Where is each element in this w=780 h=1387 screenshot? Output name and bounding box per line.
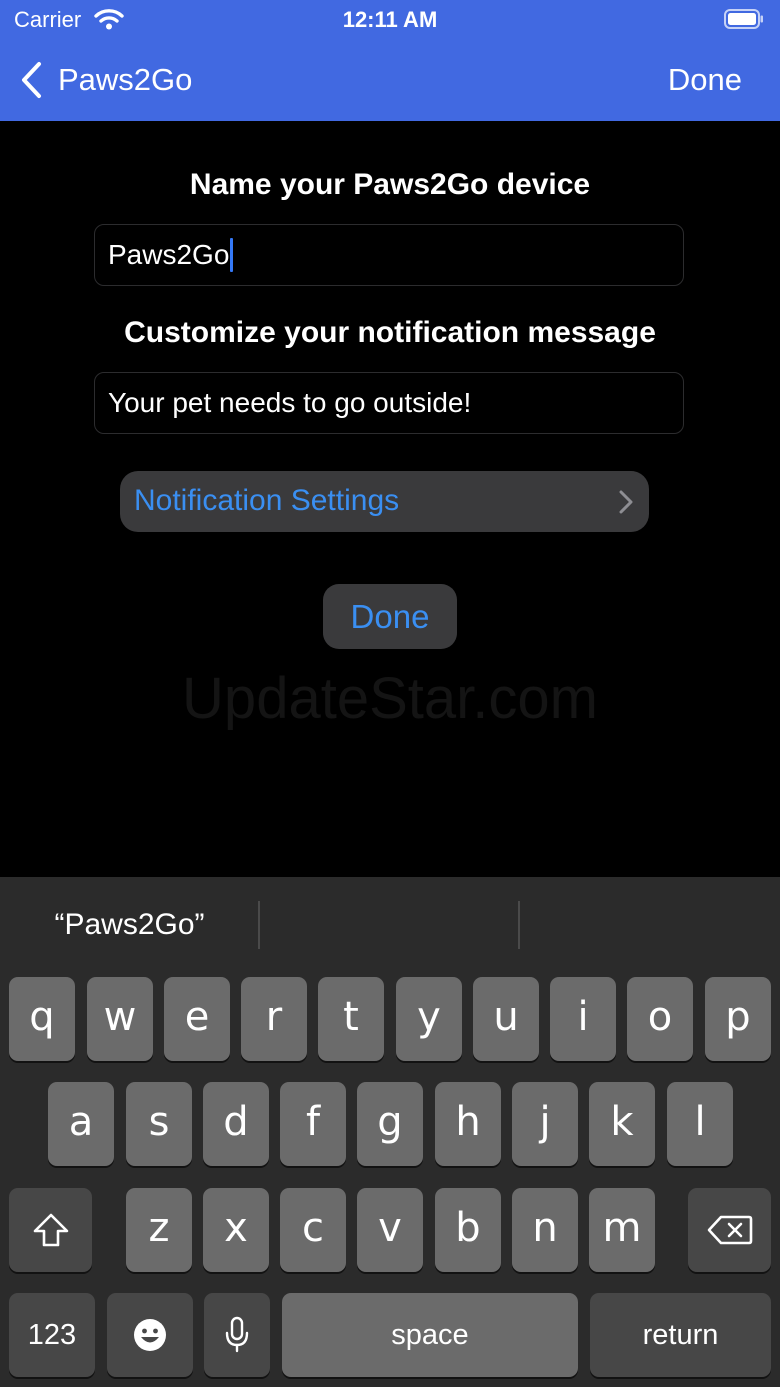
key-m[interactable]: m xyxy=(589,1188,655,1272)
key-l[interactable]: l xyxy=(667,1082,733,1166)
notification-message-field[interactable]: Your pet needs to go outside! xyxy=(94,372,684,434)
delete-key[interactable] xyxy=(688,1188,771,1272)
chevron-left-icon xyxy=(22,62,41,98)
text-cursor xyxy=(230,238,234,272)
status-bar: Carrier 12:11 AM xyxy=(0,0,780,40)
dictation-key[interactable] xyxy=(204,1293,270,1377)
device-name-value: Paws2Go xyxy=(108,239,230,270)
key-p[interactable]: p xyxy=(705,977,771,1061)
watermark: UpdateStar.com xyxy=(182,666,598,731)
numbers-key[interactable]: 123 xyxy=(9,1293,95,1377)
notification-settings-label: Notification Settings xyxy=(134,484,400,517)
key-y[interactable]: y xyxy=(396,977,462,1061)
key-h[interactable]: h xyxy=(435,1082,501,1166)
navigation-bar: Paws2Go Done xyxy=(0,40,780,121)
device-name-title: Name your Paws2Go device xyxy=(189,168,591,201)
back-button[interactable]: Paws2Go xyxy=(20,58,192,102)
key-n[interactable]: n xyxy=(512,1188,578,1272)
suggestion-1[interactable]: “Paws2Go” xyxy=(0,877,259,972)
key-z[interactable]: z xyxy=(126,1188,192,1272)
nav-done-button[interactable]: Done xyxy=(668,62,742,98)
key-o[interactable]: o xyxy=(627,977,693,1061)
shift-icon xyxy=(33,1213,68,1247)
shift-key[interactable] xyxy=(9,1188,92,1272)
key-a[interactable]: a xyxy=(48,1082,114,1166)
key-x[interactable]: x xyxy=(203,1188,269,1272)
key-e[interactable]: e xyxy=(164,977,230,1061)
suggestion-3[interactable] xyxy=(520,877,780,972)
key-j[interactable]: j xyxy=(512,1082,578,1166)
key-i[interactable]: i xyxy=(550,977,616,1061)
notification-settings-button[interactable]: Notification Settings xyxy=(120,471,649,532)
suggestion-2[interactable] xyxy=(260,877,519,972)
key-c[interactable]: c xyxy=(280,1188,346,1272)
key-v[interactable]: v xyxy=(357,1188,423,1272)
emoji-icon xyxy=(134,1319,166,1351)
notification-message-value: Your pet needs to go outside! xyxy=(108,387,472,418)
key-d[interactable]: d xyxy=(203,1082,269,1166)
key-q[interactable]: q xyxy=(9,977,75,1061)
back-button-label: Paws2Go xyxy=(58,62,193,97)
key-g[interactable]: g xyxy=(357,1082,423,1166)
microphone-icon xyxy=(225,1316,249,1353)
done-button[interactable]: Done xyxy=(323,584,457,649)
backspace-icon xyxy=(707,1215,752,1245)
key-s[interactable]: s xyxy=(126,1082,192,1166)
key-f[interactable]: f xyxy=(280,1082,346,1166)
return-key[interactable]: return xyxy=(590,1293,771,1377)
emoji-key[interactable] xyxy=(107,1293,193,1377)
key-u[interactable]: u xyxy=(473,977,539,1061)
key-k[interactable]: k xyxy=(589,1082,655,1166)
key-t[interactable]: t xyxy=(318,977,384,1061)
notification-message-title: Customize your notification message xyxy=(124,316,656,349)
status-time: 12:11 AM xyxy=(342,7,438,32)
battery-icon xyxy=(724,9,763,29)
key-r[interactable]: r xyxy=(241,977,307,1061)
key-w[interactable]: w xyxy=(87,977,153,1061)
key-b[interactable]: b xyxy=(435,1188,501,1272)
space-key[interactable]: space xyxy=(282,1293,578,1377)
keyboard: “Paws2Go” q w e r t y u i o p a s d f g … xyxy=(0,877,780,1387)
chevron-right-icon xyxy=(619,490,633,514)
device-name-field[interactable]: Paws2Go xyxy=(94,224,684,286)
